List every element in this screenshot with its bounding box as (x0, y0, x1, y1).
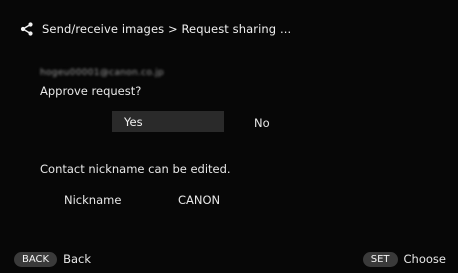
yes-button-label: Yes (124, 114, 143, 129)
contact-note: Contact nickname can be edited. (40, 162, 231, 176)
approve-request-question: Approve request? (40, 84, 142, 98)
yes-button[interactable]: Yes (112, 111, 224, 132)
back-control[interactable]: BACK Back (14, 251, 91, 267)
no-button[interactable]: No (254, 116, 270, 130)
choose-control[interactable]: SET Choose (362, 251, 446, 267)
back-key-badge: BACK (14, 251, 58, 267)
share-icon (20, 22, 33, 36)
nickname-label: Nickname (64, 193, 122, 207)
choose-label: Choose (403, 252, 446, 266)
footer-bar: BACK Back SET Choose (14, 250, 446, 268)
breadcrumb: Send/receive images > Request sharing ..… (42, 22, 292, 36)
back-label: Back (63, 252, 91, 266)
requester-email: hogeu00001@canon.co.jp (40, 68, 165, 78)
nickname-value[interactable]: CANON (178, 193, 220, 207)
set-key-badge: SET (362, 251, 398, 267)
title-bar: Send/receive images > Request sharing ..… (12, 14, 446, 44)
